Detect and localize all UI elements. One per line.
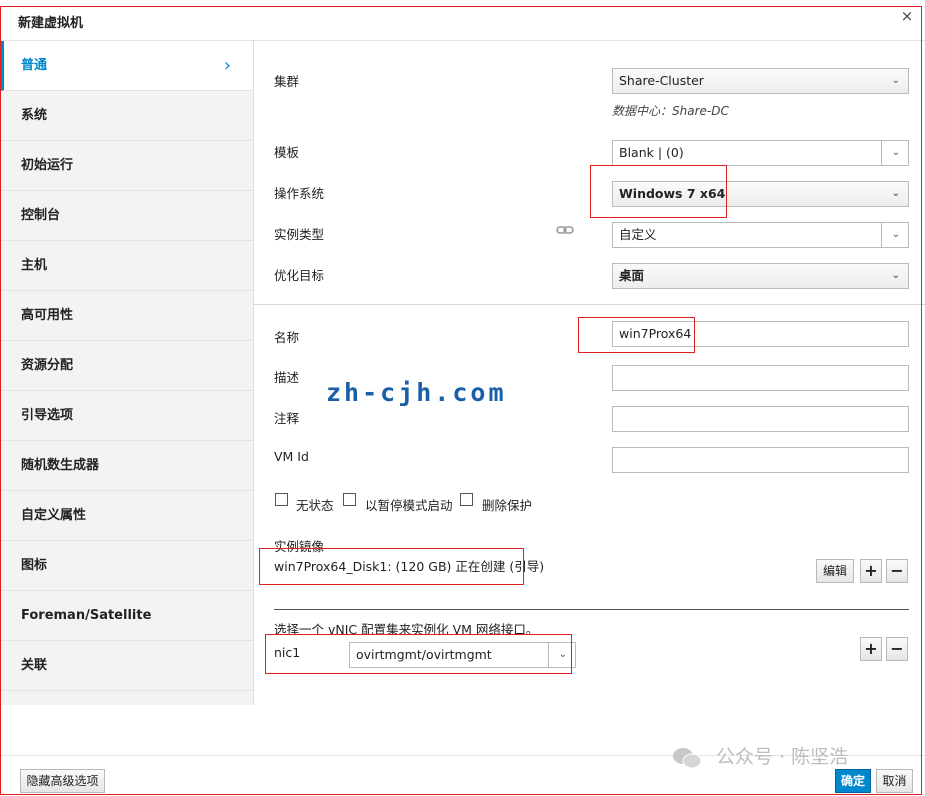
sidebar-item-label: 引导选项 — [21, 408, 74, 423]
sidebar-item-label: 随机数生成器 — [21, 458, 100, 473]
sidebar-item-foreman[interactable]: Foreman/Satellite — [1, 591, 253, 641]
close-icon[interactable]: × — [899, 8, 915, 24]
add-nic-button[interactable]: + — [860, 637, 882, 661]
stateless-checkbox[interactable] — [275, 493, 288, 506]
optimize-label: 优化目标 — [274, 268, 325, 283]
chevron-right-icon: › — [223, 55, 231, 76]
sidebar-item-label: 初始运行 — [21, 158, 74, 173]
disk-entry: win7Prox64_Disk1: (120 GB) 正在创建 (引导) — [274, 559, 545, 574]
optimize-value: 桌面 — [619, 268, 645, 283]
instance-type-value: 自定义 — [619, 227, 657, 242]
wechat-logo-icon — [672, 746, 702, 770]
sidebar-item-resource-allocation[interactable]: 资源分配 — [1, 341, 253, 391]
wechat-watermark: 公众号 · 陈坚浩 — [672, 742, 848, 770]
cancel-button[interactable]: 取消 — [876, 769, 913, 793]
start-paused-checkbox[interactable] — [343, 493, 356, 506]
sidebar-item-label: 普通 — [21, 58, 48, 73]
sidebar-item-high-availability[interactable]: 高可用性 — [1, 291, 253, 341]
datacenter-hint: 数据中心：Share-DC — [612, 104, 729, 118]
sidebar-item-boot-options[interactable]: 引导选项 — [1, 391, 253, 441]
sidebar-item-console[interactable]: 控制台 — [1, 191, 253, 241]
template-select[interactable]: Blank | (0) ⌄ — [612, 140, 909, 166]
new-vm-dialog: 新建虚拟机 × 普通 › 系统 初始运行 控制台 主机 高可用性 资源分配 引导… — [0, 0, 925, 796]
sidebar: 普通 › 系统 初始运行 控制台 主机 高可用性 资源分配 引导选项 随机数生成… — [1, 41, 254, 705]
dialog-titlebar: 新建虚拟机 × — [0, 0, 925, 41]
name-label: 名称 — [274, 330, 300, 345]
nic1-profile-value: ovirtmgmt/ovirtmgmt — [356, 647, 492, 662]
hide-advanced-button[interactable]: 隐藏高级选项 — [20, 769, 105, 793]
description-label: 描述 — [274, 370, 300, 385]
comment-input[interactable] — [612, 406, 909, 432]
sidebar-item-label: 资源分配 — [21, 358, 74, 373]
sidebar-item-label: 自定义属性 — [21, 508, 87, 523]
divider — [254, 304, 925, 305]
instance-type-select[interactable]: 自定义 ⌄ — [612, 222, 909, 248]
sidebar-item-host[interactable]: 主机 — [1, 241, 253, 291]
vnic-instruction: 选择一个 vNIC 配置集来实例化 VM 网络接口。 — [274, 622, 539, 637]
cluster-label: 集群 — [274, 74, 300, 89]
sidebar-item-general[interactable]: 普通 › — [1, 41, 253, 91]
sidebar-item-initial-run[interactable]: 初始运行 — [1, 141, 253, 191]
remove-nic-button[interactable]: − — [886, 637, 908, 661]
sidebar-item-label: 高可用性 — [21, 308, 74, 323]
sidebar-item-label: 主机 — [21, 258, 48, 273]
wechat-label: 公众号 · 陈坚浩 — [716, 746, 849, 768]
instance-images-label: 实例镜像 — [274, 539, 325, 554]
delete-protection-label: 删除保护 — [482, 498, 533, 513]
os-label: 操作系统 — [274, 186, 325, 201]
divider — [274, 609, 909, 610]
template-value: Blank | (0) — [619, 145, 684, 160]
sidebar-item-icon[interactable]: 图标 — [1, 541, 253, 591]
optimize-select[interactable]: 桌面 ⌄ — [612, 263, 909, 289]
sidebar-item-label: 图标 — [21, 558, 48, 573]
name-input[interactable]: win7Prox64 — [612, 321, 909, 347]
chevron-down-icon: ⌄ — [891, 270, 900, 281]
instance-type-label: 实例类型 — [274, 227, 325, 242]
template-label: 模板 — [274, 145, 300, 160]
remove-image-button[interactable]: − — [886, 559, 908, 583]
sidebar-item-label: 系统 — [21, 108, 48, 123]
os-select[interactable]: Windows 7 x64 ⌄ — [612, 181, 909, 207]
chain-link-icon — [556, 224, 574, 238]
select-divider — [881, 223, 882, 247]
sidebar-item-label: 关联 — [21, 658, 48, 673]
chevron-down-icon: ⌄ — [891, 188, 900, 199]
sidebar-item-affinity[interactable]: 关联 — [1, 641, 253, 691]
chevron-down-icon: ⌄ — [558, 649, 567, 660]
chevron-down-icon: ⌄ — [891, 229, 900, 240]
add-image-button[interactable]: + — [860, 559, 882, 583]
chevron-down-icon: ⌄ — [891, 147, 900, 158]
nic1-label: nic1 — [274, 645, 301, 660]
nic1-profile-select[interactable]: ovirtmgmt/ovirtmgmt ⌄ — [349, 642, 576, 668]
sidebar-item-system[interactable]: 系统 — [1, 91, 253, 141]
select-divider — [548, 643, 549, 667]
sidebar-item-label: 控制台 — [21, 208, 61, 223]
cluster-value: Share-Cluster — [619, 73, 704, 88]
sidebar-item-label: Foreman/Satellite — [21, 608, 152, 623]
edit-image-button[interactable]: 编辑 — [816, 559, 854, 583]
site-watermark: zh-cjh.com — [326, 378, 507, 407]
cluster-select[interactable]: Share-Cluster ⌄ — [612, 68, 909, 94]
stateless-label: 无状态 — [296, 498, 334, 513]
sidebar-item-custom-properties[interactable]: 自定义属性 — [1, 491, 253, 541]
sidebar-item-rng[interactable]: 随机数生成器 — [1, 441, 253, 491]
ok-button[interactable]: 确定 — [835, 769, 871, 793]
start-paused-label: 以暂停模式启动 — [365, 498, 453, 513]
vm-id-input[interactable] — [612, 447, 909, 473]
vm-id-label: VM Id — [274, 449, 309, 464]
name-value: win7Prox64 — [619, 326, 692, 341]
delete-protection-checkbox[interactable] — [460, 493, 473, 506]
comment-label: 注释 — [274, 411, 300, 426]
dialog-title: 新建虚拟机 — [18, 16, 84, 31]
description-input[interactable] — [612, 365, 909, 391]
chevron-down-icon: ⌄ — [891, 75, 900, 86]
select-divider — [881, 141, 882, 165]
os-value: Windows 7 x64 — [619, 186, 726, 201]
